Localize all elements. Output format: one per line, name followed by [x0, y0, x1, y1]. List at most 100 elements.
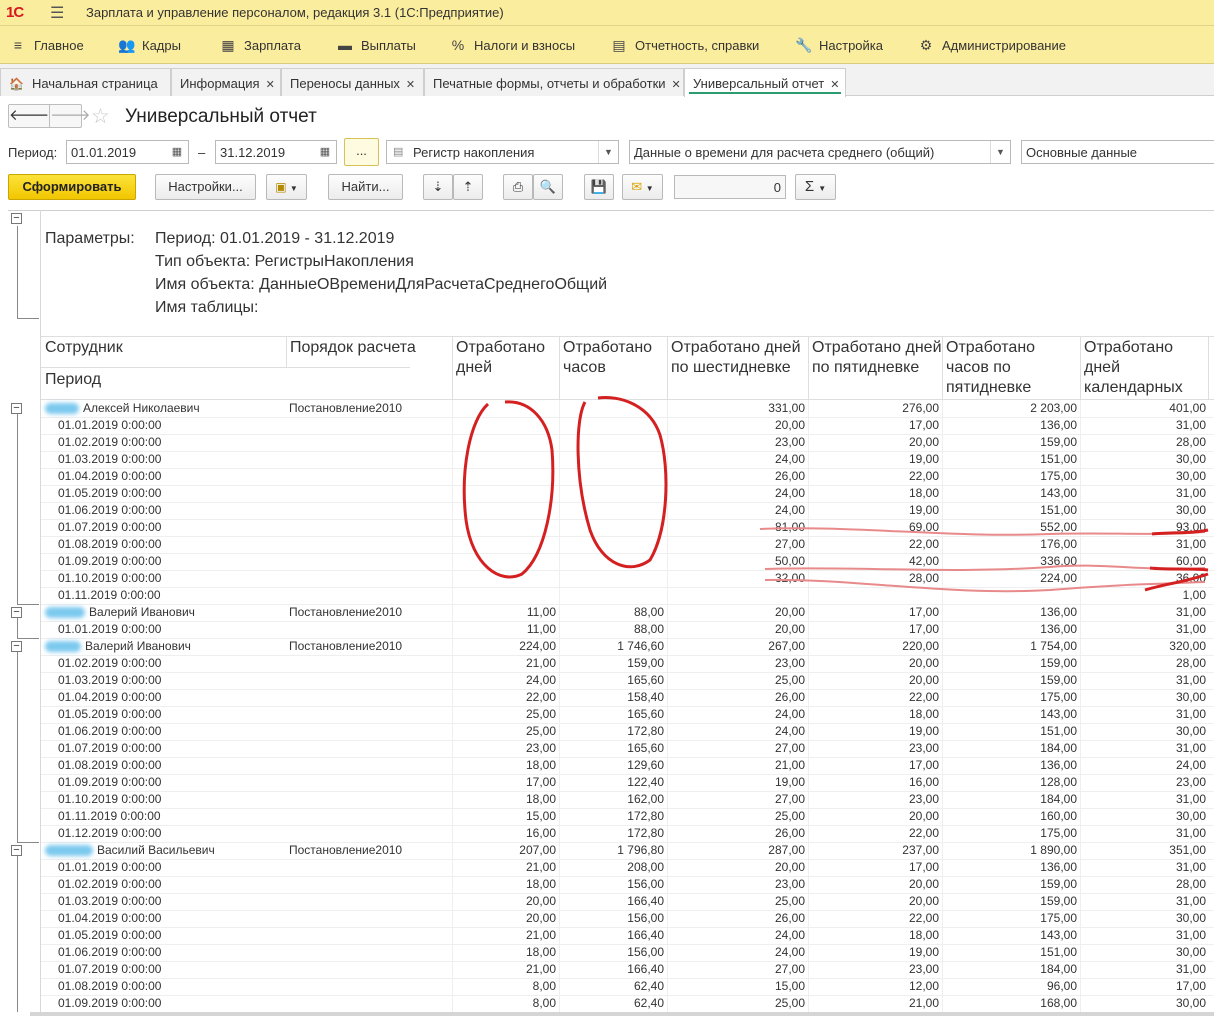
collapse-params-toggle[interactable]: − [11, 213, 22, 224]
tab-2[interactable]: Переносы данных ✕ [281, 68, 424, 96]
period-cell[interactable]: 01.01.2019 0:00:00 [58, 417, 161, 434]
period-cell[interactable]: 01.02.2019 0:00:00 [58, 434, 161, 451]
period-cell[interactable]: 01.08.2019 0:00:00 [58, 536, 161, 553]
tab-4[interactable]: Универсальный отчет ✕ [684, 68, 846, 97]
sort-desc-icon[interactable]: ⇣ [423, 174, 453, 200]
close-tab-icon[interactable]: ✕ [830, 79, 839, 91]
generate-button[interactable]: Сформировать [8, 174, 136, 200]
period-cell[interactable]: 01.03.2019 0:00:00 [58, 893, 161, 910]
menu-salary[interactable]: ▦ Зарплата [220, 37, 301, 54]
period-cell[interactable]: 01.05.2019 0:00:00 [58, 706, 161, 723]
employee-name[interactable]: Валерий Иванович [85, 638, 191, 655]
menu-settings[interactable]: 🔧 Настройка [795, 37, 883, 54]
period-cell[interactable]: 01.02.2019 0:00:00 [58, 655, 161, 672]
period-cell[interactable]: 01.05.2019 0:00:00 [58, 485, 161, 502]
period-cell[interactable]: 01.03.2019 0:00:00 [58, 451, 161, 468]
menu-reports[interactable]: ▤ Отчетность, справки [611, 37, 759, 54]
back-arrow-icon[interactable]: 🡐 [9, 105, 49, 127]
value-cal: 30,00 [1175, 690, 1206, 704]
value-cal: 30,00 [1175, 503, 1206, 517]
value-cal: 31,00 [1175, 894, 1206, 908]
period-cell[interactable]: 01.01.2019 0:00:00 [58, 621, 161, 638]
period-cell[interactable]: 01.02.2019 0:00:00 [58, 876, 161, 893]
employee-name[interactable]: Василий Васильевич [97, 842, 215, 859]
period-cell[interactable]: 01.04.2019 0:00:00 [58, 689, 161, 706]
period-cell[interactable]: 01.07.2019 0:00:00 [58, 961, 161, 978]
menu-payments[interactable]: ▬ Выплаты [337, 37, 416, 53]
header-hours5[interactable]: Отработано часов по пятидневке [946, 338, 1078, 398]
date-from-field[interactable]: 01.01.2019 ▦ [66, 140, 189, 164]
period-cell[interactable]: 01.12.2019 0:00:00 [58, 825, 161, 842]
employee-name[interactable]: Алексей Николаевич [83, 400, 200, 417]
period-cell[interactable]: 01.05.2019 0:00:00 [58, 927, 161, 944]
print-icon[interactable]: ⎙ [503, 174, 533, 200]
period-cell[interactable]: 01.09.2019 0:00:00 [58, 995, 161, 1012]
table-select[interactable]: Основные данные [1021, 140, 1214, 164]
period-cell[interactable]: 01.10.2019 0:00:00 [58, 791, 161, 808]
tab-0[interactable]: 🏠 Начальная страница [0, 68, 171, 96]
settings-button[interactable]: Настройки... [155, 174, 256, 200]
chevron-down-icon[interactable]: ▼ [990, 141, 1010, 163]
period-cell[interactable]: 01.08.2019 0:00:00 [58, 978, 161, 995]
collapse-group-toggle[interactable]: − [11, 845, 22, 856]
chevron-down-icon[interactable]: ▼ [598, 141, 618, 163]
forward-arrow-icon[interactable]: 🡒 [49, 105, 90, 127]
collapse-group-toggle[interactable]: − [11, 607, 22, 618]
horizontal-scrollbar[interactable] [30, 1012, 1214, 1016]
period-cell[interactable]: 01.09.2019 0:00:00 [58, 774, 161, 791]
favorite-star-icon[interactable]: ☆ [91, 104, 110, 129]
variants-button[interactable]: ▣ ▼ [266, 174, 307, 200]
period-cell[interactable]: 01.06.2019 0:00:00 [58, 944, 161, 961]
period-cell[interactable]: 01.07.2019 0:00:00 [58, 740, 161, 757]
period-cell[interactable]: 01.01.2019 0:00:00 [58, 859, 161, 876]
sort-asc-icon[interactable]: ⇡ [453, 174, 483, 200]
period-cell[interactable]: 01.03.2019 0:00:00 [58, 672, 161, 689]
collapse-group-toggle[interactable]: − [11, 641, 22, 652]
tab-1[interactable]: Информация ✕ [171, 68, 281, 96]
menu-admin[interactable]: ⚙ Администрирование [918, 37, 1066, 54]
period-cell[interactable]: 01.06.2019 0:00:00 [58, 723, 161, 740]
close-tab-icon[interactable]: ✕ [406, 79, 415, 91]
object-name-select[interactable]: Данные о времени для расчета среднего (о… [629, 140, 1011, 164]
period-cell[interactable]: 01.08.2019 0:00:00 [58, 757, 161, 774]
object-type-select[interactable]: ▤ Регистр накопления ▼ [386, 140, 619, 164]
period-cell[interactable]: 01.10.2019 0:00:00 [58, 570, 161, 587]
menu-staff[interactable]: 👥 Кадры [118, 37, 181, 54]
period-cell[interactable]: 01.04.2019 0:00:00 [58, 468, 161, 485]
save-icon[interactable]: 💾 [584, 174, 614, 200]
find-button[interactable]: Найти... [328, 174, 403, 200]
header-hours[interactable]: Отработано часов [563, 338, 663, 378]
period-choice-button[interactable]: ... [344, 138, 379, 166]
send-email-button[interactable]: ✉ ▼ [622, 174, 663, 200]
header-period[interactable]: Период [45, 370, 285, 390]
close-tab-icon[interactable]: ✕ [672, 79, 681, 91]
header-days6[interactable]: Отработано дней по шестидневке [671, 338, 805, 378]
period-cell[interactable]: 01.11.2019 0:00:00 [58, 587, 161, 604]
period-cell[interactable]: 01.06.2019 0:00:00 [58, 502, 161, 519]
header-days5[interactable]: Отработано дней по пятидневке [812, 338, 944, 378]
calendar-icon[interactable]: ▦ [166, 141, 188, 163]
calendar-icon[interactable]: ▦ [314, 141, 336, 163]
value-cal: 31,00 [1175, 418, 1206, 432]
header-employee[interactable]: Сотрудник [45, 338, 285, 358]
period-cell[interactable]: 01.07.2019 0:00:00 [58, 519, 161, 536]
period-cell[interactable]: 01.04.2019 0:00:00 [58, 910, 161, 927]
value-d5: 19,00 [908, 945, 939, 959]
value-d6: 26,00 [774, 911, 805, 925]
collapse-group-toggle[interactable]: − [11, 403, 22, 414]
date-to-field[interactable]: 31.12.2019 ▦ [215, 140, 337, 164]
period-cell[interactable]: 01.09.2019 0:00:00 [58, 553, 161, 570]
menu-taxes[interactable]: % Налоги и взносы [450, 37, 575, 53]
menu-main[interactable]: ≡ Главное [10, 37, 84, 53]
sum-mode-button[interactable]: Σ ▼ [795, 174, 836, 200]
value-days [452, 468, 556, 485]
tab-3[interactable]: Печатные формы, отчеты и обработки ✕ [424, 68, 684, 96]
value-d5: 17,00 [908, 860, 939, 874]
header-calendar[interactable]: Отработано дней календарных [1084, 338, 1204, 398]
close-tab-icon[interactable]: ✕ [266, 79, 275, 91]
preview-icon[interactable]: 🔍 [533, 174, 563, 200]
employee-name[interactable]: Валерий Иванович [89, 604, 195, 621]
period-cell[interactable]: 01.11.2019 0:00:00 [58, 808, 161, 825]
header-days[interactable]: Отработано дней [456, 338, 556, 378]
menu-burger-icon[interactable]: ☰ [50, 3, 64, 23]
